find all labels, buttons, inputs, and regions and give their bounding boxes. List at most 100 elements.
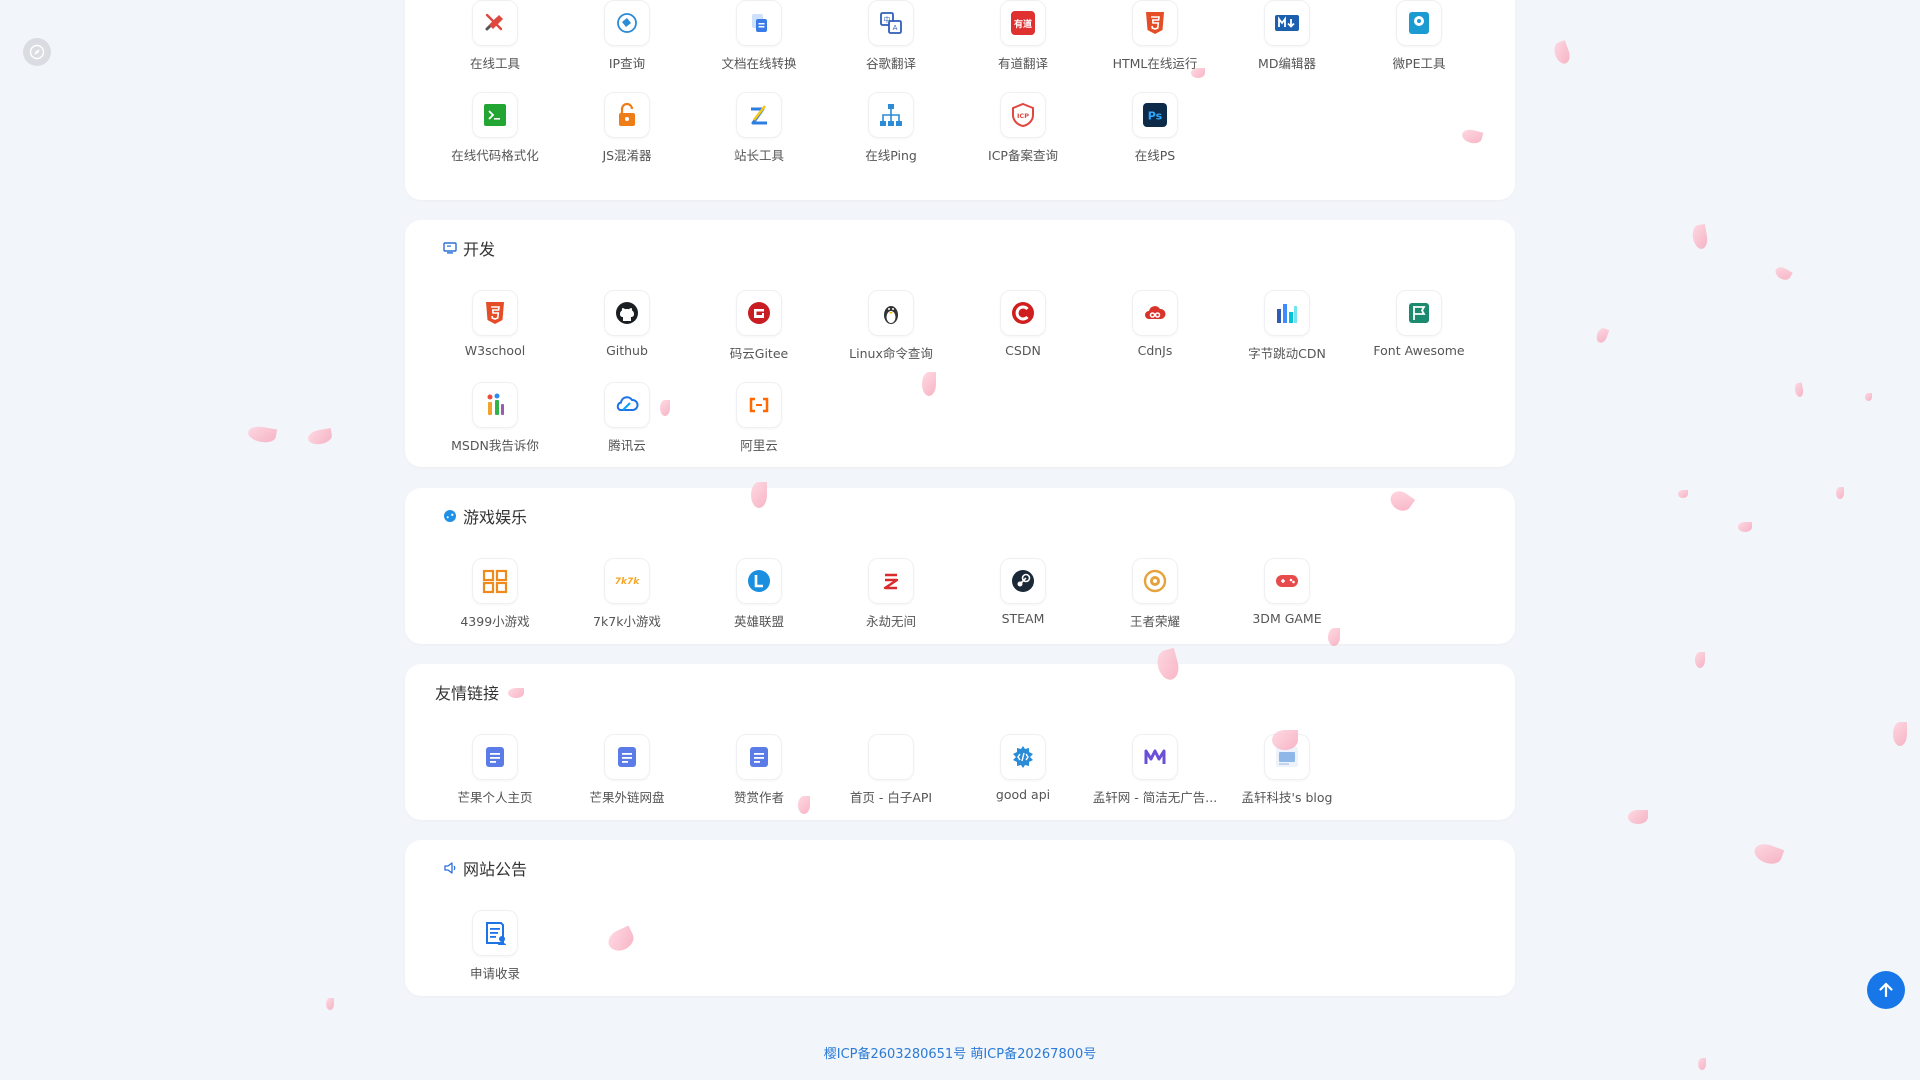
site-link-label: IP查询 [608, 56, 646, 71]
site-link-tile[interactable]: 申请收录 [429, 906, 561, 996]
html5-icon [472, 290, 518, 336]
site-link-tile[interactable]: 王者荣耀 [1089, 554, 1221, 644]
site-link-label: 码云Gitee [729, 346, 789, 361]
site-link-tile[interactable]: 3DM GAME [1221, 554, 1353, 644]
site-link-tile[interactable]: 阿里云 [693, 378, 825, 468]
site-link-label: CdnJs [1137, 343, 1173, 358]
notice-card: 网站公告 申请收录 [405, 840, 1515, 996]
document-convert-icon [736, 0, 782, 46]
csdn-icon [1000, 290, 1046, 336]
site-link-tile[interactable]: STEAM [957, 554, 1089, 644]
petal-decoration [1594, 326, 1610, 345]
svg-text:7k7k: 7k7k [615, 577, 641, 587]
site-link-tile[interactable]: ICP ICP备案查询 [957, 88, 1089, 178]
tencent-cloud-icon [604, 382, 650, 428]
aliyun-icon [736, 382, 782, 428]
site-link-tile[interactable]: good api [957, 730, 1089, 820]
compass-button[interactable] [23, 38, 51, 66]
petal-decoration [1893, 722, 1907, 746]
petal-decoration [1793, 382, 1805, 398]
wepe-disk-icon [1396, 0, 1442, 46]
site-link-tile[interactable]: 码云Gitee [693, 286, 825, 376]
back-to-top-button[interactable] [1867, 971, 1905, 1009]
svg-text:有道: 有道 [1014, 18, 1032, 30]
site-link-tile[interactable]: IP查询 [561, 0, 693, 86]
site-link-tile[interactable]: 站长工具 [693, 88, 825, 178]
site-link-tile[interactable]: HTML在线运行 [1089, 0, 1221, 86]
site-link-tile[interactable]: 文档在线转换 [693, 0, 825, 86]
lol-logo-icon [736, 558, 782, 604]
notice-card-header: 网站公告 [443, 856, 527, 880]
site-link-tile[interactable]: 中 A 谷歌翻译 [825, 0, 957, 86]
site-link-tile[interactable]: JS混淆器 [561, 88, 693, 178]
site-link-tile[interactable]: 芒果个人主页 [429, 730, 561, 820]
site-link-tile[interactable]: Ps 在线PS [1089, 88, 1221, 178]
site-link-label: 谷歌翻译 [865, 56, 916, 71]
icp-shield-icon: ICP [1000, 92, 1046, 138]
icp-link-1[interactable]: 樱ICP备2603280651号 [824, 1047, 966, 1062]
html5-icon [1132, 0, 1178, 46]
site-link-label: ICP备案查询 [988, 148, 1058, 163]
site-link-tile[interactable]: Github [561, 286, 693, 376]
site-link-label: STEAM [1001, 611, 1045, 626]
icp-link-2[interactable]: 萌ICP备20267800号 [970, 1047, 1096, 1062]
site-link-tile[interactable]: W3school [429, 286, 561, 376]
site-link-tile[interactable]: 腾讯云 [561, 378, 693, 468]
site-link-tile[interactable]: 芒果外链网盘 [561, 730, 693, 820]
site-link-tile[interactable]: 在线Ping [825, 88, 957, 178]
4399-logo-icon [472, 558, 518, 604]
site-link-tile[interactable]: 英雄联盟 [693, 554, 825, 644]
site-link-tile[interactable]: 赞赏作者 [693, 730, 825, 820]
site-link-label: 芒果个人主页 [457, 790, 533, 805]
site-link-tile[interactable]: 在线工具 [429, 0, 561, 86]
site-link-label: CSDN [1005, 343, 1041, 358]
site-link-tile[interactable]: 孟轩网 - 简洁无广告... [1089, 730, 1221, 820]
m-logo-icon [1132, 734, 1178, 780]
site-link-label: 阿里云 [740, 438, 778, 453]
games-card: 游戏娱乐 4399小游戏 7k7k 7k7k小游戏 英雄联盟 永劫无间 STEAM 王者荣耀… [405, 488, 1515, 644]
petal-decoration [1691, 223, 1709, 251]
dev-card-header: 开发 [443, 236, 495, 260]
site-link-tile[interactable]: 微PE工具 [1353, 0, 1485, 86]
petal-decoration [1738, 522, 1752, 532]
petal-decoration [306, 428, 334, 446]
site-link-tile[interactable]: 首页 - 白子API [825, 730, 957, 820]
steam-icon [1000, 558, 1046, 604]
blog-thumbnail-icon [1264, 734, 1310, 780]
7k7k-logo-icon: 7k7k [604, 558, 650, 604]
site-link-label: 站长工具 [733, 148, 784, 163]
site-link-tile[interactable]: CdnJs [1089, 286, 1221, 376]
site-link-tile[interactable]: 4399小游戏 [429, 554, 561, 644]
petal-decoration [246, 424, 278, 445]
site-link-label: 在线工具 [469, 56, 520, 71]
site-link-label: 微PE工具 [1392, 56, 1446, 71]
cloud-link-icon [1132, 290, 1178, 336]
site-link-tile[interactable]: CSDN [957, 286, 1089, 376]
site-link-tile[interactable]: 在线代码格式化 [429, 88, 561, 178]
site-link-label: 有道翻译 [997, 56, 1048, 71]
gamepad-icon [444, 510, 456, 522]
petal-decoration [1678, 490, 1688, 498]
photoshop-icon: Ps [1132, 92, 1178, 138]
site-link-label: 首页 - 白子API [849, 790, 933, 805]
site-link-tile[interactable]: 字节跳动CDN [1221, 286, 1353, 376]
site-link-label: W3school [464, 343, 526, 358]
site-link-label: 申请收录 [469, 966, 520, 981]
site-link-tile[interactable]: MD编辑器 [1221, 0, 1353, 86]
apply-form-icon [472, 910, 518, 956]
site-link-tile[interactable]: MSDN我告诉你 [429, 378, 561, 468]
site-link-label: good api [995, 787, 1051, 802]
site-link-tile[interactable]: 有道 有道翻译 [957, 0, 1089, 86]
honor-of-kings-icon [1132, 558, 1178, 604]
site-link-label: 永劫无间 [865, 614, 916, 629]
site-link-tile[interactable]: 7k7k 7k7k小游戏 [561, 554, 693, 644]
youdao-logo-icon: 有道 [1000, 0, 1046, 46]
network-tree-icon [868, 92, 914, 138]
links-card-header: 友情链接 [435, 680, 499, 704]
site-link-tile[interactable]: 永劫无间 [825, 554, 957, 644]
site-link-tile[interactable]: 孟轩科技's blog [1221, 730, 1353, 820]
site-link-label: 王者荣耀 [1129, 614, 1180, 629]
compass-icon [29, 44, 45, 60]
site-link-tile[interactable]: Font Awesome [1353, 286, 1485, 376]
site-link-tile[interactable]: Linux命令查询 [825, 286, 957, 376]
